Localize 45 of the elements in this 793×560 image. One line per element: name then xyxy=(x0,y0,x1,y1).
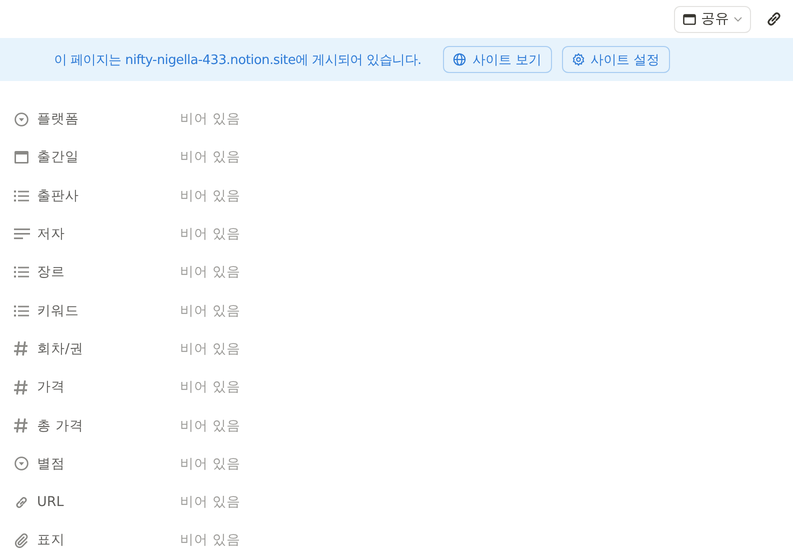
empty-value[interactable]: 비어 있음 xyxy=(180,302,240,320)
property-name[interactable]: 표지 xyxy=(37,531,180,550)
window-icon xyxy=(683,14,696,24)
property-name[interactable]: URL xyxy=(37,494,180,510)
empty-value[interactable]: 비어 있음 xyxy=(180,186,240,205)
calendar-icon xyxy=(14,150,29,164)
property-name[interactable]: 회차/권 xyxy=(37,340,180,358)
bulleted-list-icon xyxy=(14,304,29,317)
published-notice: 이 페이지는 nifty-nigella-433.notion.site에 게시되어 있습니다. xyxy=(54,52,422,68)
globe-icon xyxy=(453,53,466,66)
property-name[interactable]: 플랫폼 xyxy=(37,110,180,128)
chevron-down-icon xyxy=(734,16,742,22)
empty-value[interactable]: 비어 있음 xyxy=(180,110,240,128)
property-name[interactable]: 저자 xyxy=(37,225,180,244)
empty-value[interactable]: 비어 있음 xyxy=(180,378,240,396)
empty-value[interactable]: 비어 있음 xyxy=(180,148,240,166)
hash-icon xyxy=(14,341,28,356)
property-name[interactable]: 별점 xyxy=(37,454,180,473)
property-name[interactable]: 장르 xyxy=(37,263,180,282)
settings-icon xyxy=(572,53,584,66)
link-icon xyxy=(765,10,783,28)
property-name[interactable]: 총 가격 xyxy=(37,416,180,435)
bulleted-list-icon xyxy=(14,190,29,202)
site-settings-button[interactable]: 사이트 설정 xyxy=(562,46,670,73)
share-button[interactable]: 공유 xyxy=(674,6,751,32)
hash-icon xyxy=(14,418,28,434)
empty-value[interactable]: 비어 있음 xyxy=(180,493,240,512)
dropdown-circle-icon xyxy=(14,112,29,127)
bulleted-list-icon xyxy=(14,266,29,278)
property-name[interactable]: 출간일 xyxy=(37,148,180,166)
view-site-button[interactable]: 사이트 보기 xyxy=(443,46,552,73)
link-icon xyxy=(14,494,29,510)
hash-icon xyxy=(14,380,28,395)
dropdown-circle-icon xyxy=(14,456,29,472)
empty-value[interactable]: 비어 있음 xyxy=(180,263,240,282)
property-name[interactable]: 키워드 xyxy=(37,302,180,320)
property-name[interactable]: 가격 xyxy=(37,378,180,396)
paperclip-icon xyxy=(14,532,29,548)
empty-value[interactable]: 비어 있음 xyxy=(180,416,240,435)
property-name[interactable]: 출판사 xyxy=(37,186,180,205)
text-lines-icon xyxy=(14,228,30,240)
empty-value[interactable]: 비어 있음 xyxy=(180,225,240,244)
empty-value[interactable]: 비어 있음 xyxy=(180,454,240,473)
empty-value[interactable]: 비어 있음 xyxy=(180,340,240,358)
empty-value[interactable]: 비어 있음 xyxy=(180,531,240,550)
